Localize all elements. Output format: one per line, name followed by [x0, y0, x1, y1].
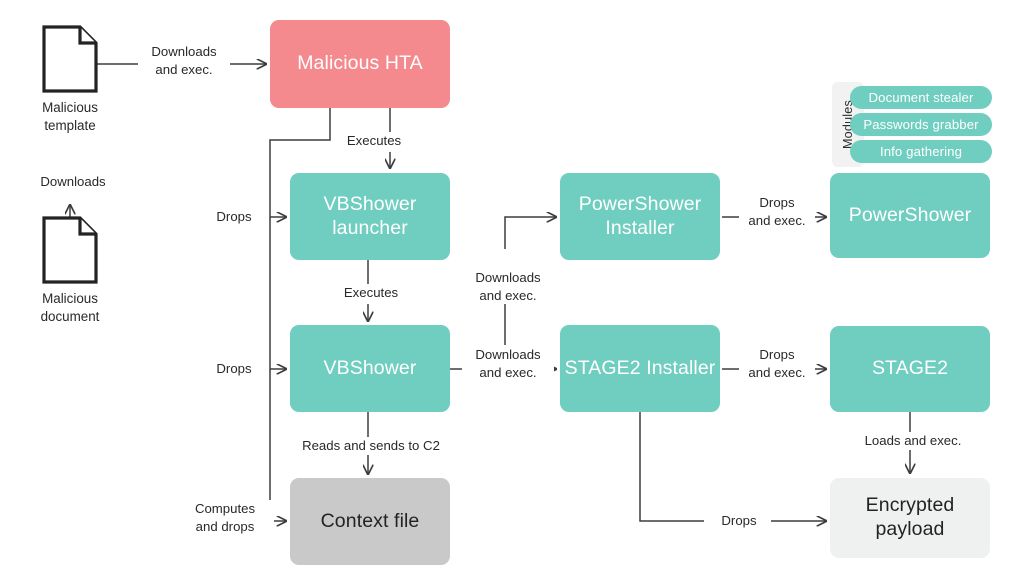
edge-label-executes-launcher: Executes: [336, 132, 412, 150]
malicious-document-caption: Malicious document: [40, 291, 100, 324]
document-icon: [42, 216, 98, 284]
node-stage2[interactable]: STAGE2: [830, 326, 990, 412]
edge-label-downloads-and-exec-hta: Downloads and exec.: [138, 43, 230, 79]
node-powershower-installer[interactable]: PowerShower Installer: [560, 173, 720, 260]
edge-label-computes-and-drops: Computes and drops: [176, 500, 274, 536]
node-malicious-hta[interactable]: Malicious HTA: [270, 20, 450, 108]
edge-label-drops-vbshower: Drops: [203, 360, 265, 378]
edge-label-loads-and-exec: Loads and exec.: [845, 432, 981, 450]
edge-label-downloads-and-exec-s2installer: Downloads and exec.: [462, 346, 554, 382]
node-vbshower[interactable]: VBShower: [290, 325, 450, 412]
edge-label-drops-launcher: Drops: [203, 208, 265, 226]
node-vbshower-launcher[interactable]: VBShower launcher: [290, 173, 450, 260]
node-powershower[interactable]: PowerShower: [830, 173, 990, 258]
wire-branch-to-psinstaller: [504, 217, 556, 249]
module-pill-document-stealer[interactable]: Document stealer: [850, 86, 992, 109]
edge-label-drops-payload: Drops: [707, 512, 771, 530]
wire-s2inst-drop-elbow: [639, 412, 704, 522]
edge-label-reads-and-sends-to-c2: Reads and sends to C2: [288, 437, 454, 455]
module-pill-passwords-grabber[interactable]: Passwords grabber: [850, 113, 992, 136]
node-context-file[interactable]: Context file: [290, 478, 450, 565]
edge-label-drops-and-exec-powershower: Drops and exec.: [739, 194, 815, 230]
node-encrypted-payload[interactable]: Encrypted payload: [830, 478, 990, 558]
edge-label-downloads-template: Downloads: [20, 173, 126, 191]
diagram-canvas: Malicious template Malicious document Ma…: [0, 0, 1024, 583]
document-icon: [42, 25, 98, 93]
node-stage2-installer[interactable]: STAGE2 Installer: [560, 325, 720, 412]
modules-legend: Modules Document stealer Passwords grabb…: [832, 82, 992, 167]
malicious-template-caption: Malicious template: [42, 100, 98, 133]
module-pill-info-gathering[interactable]: Info gathering: [850, 140, 992, 163]
edge-label-downloads-and-exec-psinstaller: Downloads and exec.: [462, 269, 554, 305]
edge-label-executes-vbshower: Executes: [333, 284, 409, 302]
edge-label-drops-and-exec-stage2: Drops and exec.: [739, 346, 815, 382]
wire-hta-left-spine: [269, 108, 331, 521]
